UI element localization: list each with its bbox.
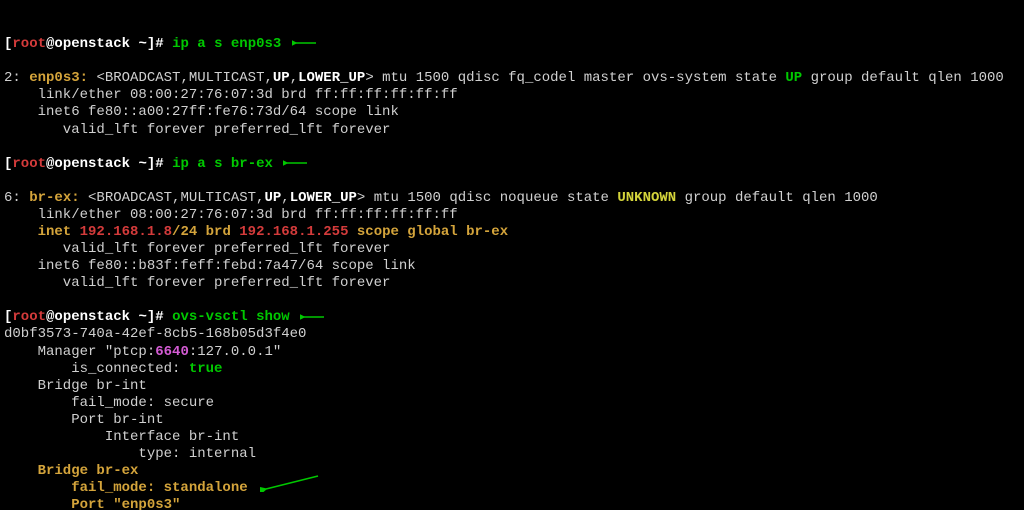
ovs-iface-brint: Interface br-int	[4, 429, 239, 445]
if-flag-lowerup: LOWER_UP	[298, 70, 365, 86]
ovs-type-internal: type: internal	[4, 446, 256, 462]
if-detail: mtu 1500 qdisc fq_codel master ovs-syste…	[382, 70, 785, 86]
lifetime-line: valid_lft forever preferred_lft forever	[4, 241, 390, 257]
if-name: br-ex:	[29, 190, 88, 206]
ovs-is-connected-value: true	[189, 361, 223, 377]
command-1: ip a s enp0s3	[172, 36, 281, 52]
if-state-unknown: UNKNOWN	[617, 190, 676, 206]
ovs-port-brint: Port br-int	[4, 412, 164, 428]
prompt-path: ~	[130, 36, 147, 52]
ip-address: 192.168.1.8	[80, 224, 172, 240]
ovs-failmode-standalone: fail_mode: standalone	[4, 480, 248, 496]
arrow-left-icon	[292, 37, 318, 49]
ovs-manager-label: Manager	[4, 344, 105, 360]
prompt-user: root	[12, 156, 46, 172]
prompt-host: openstack	[54, 36, 130, 52]
prompt-user: root	[12, 36, 46, 52]
ovs-manager-host: 127.0.0.1"	[197, 344, 281, 360]
ovs-bridge-brex: Bridge br-ex	[4, 463, 138, 479]
arrow-diag-icon	[260, 474, 320, 492]
ovs-failmode-secure: fail_mode: secure	[4, 395, 214, 411]
prompt-close: ]#	[147, 36, 172, 52]
lifetime-line: valid_lft forever preferred_lft forever	[4, 275, 390, 291]
lifetime-line: valid_lft forever preferred_lft forever	[4, 122, 390, 138]
ovs-uuid: d0bf3573-740a-42ef-8cb5-168b05d3f4e0	[4, 326, 306, 342]
inet-label: inet	[4, 224, 80, 240]
terminal[interactable]: [root@openstack ~]# ip a s enp0s3 2: enp…	[0, 0, 1024, 510]
ovs-manager-port: 6640	[155, 344, 189, 360]
link-ether: link/ether 08:00:27:76:07:3d brd ff:ff:f…	[4, 87, 458, 103]
if-state: UP	[785, 70, 802, 86]
if-flags-start: <BROADCAST,MULTICAST,	[96, 70, 272, 86]
inet6-line: inet6 fe80::a00:27ff:fe76:73d/64 scope l…	[4, 104, 399, 120]
ip-broadcast: 192.168.1.255	[239, 224, 348, 240]
if-name: enp0s3:	[29, 70, 96, 86]
ovs-is-connected-label: is_connected:	[4, 361, 189, 377]
if-flag-up: UP	[273, 70, 290, 86]
command-3: ovs-vsctl show	[172, 309, 290, 325]
arrow-left-icon	[283, 157, 309, 169]
ovs-port-enp0s3: Port "enp0s3"	[4, 497, 180, 510]
command-2: ip a s br-ex	[172, 156, 273, 172]
arrow-left-icon	[300, 311, 326, 323]
if-index: 6:	[4, 190, 29, 206]
if-index: 2:	[4, 70, 29, 86]
link-ether: link/ether 08:00:27:76:07:3d brd ff:ff:f…	[4, 207, 458, 223]
ovs-bridge-brint: Bridge br-int	[4, 378, 147, 394]
inet6-line: inet6 fe80::b83f:feff:febd:7a47/64 scope…	[4, 258, 416, 274]
